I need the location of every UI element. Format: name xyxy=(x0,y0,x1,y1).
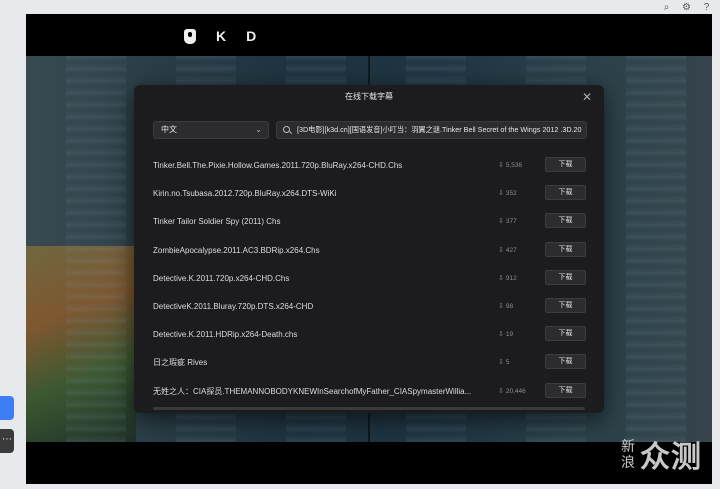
search-icon[interactable]: ⌕ xyxy=(661,2,672,13)
close-icon[interactable]: ✕ xyxy=(580,90,594,104)
download-button[interactable]: 下载 xyxy=(545,382,586,398)
download-count: ⇩ 19 xyxy=(498,329,513,341)
download-count-icon: ⇩ xyxy=(498,302,504,310)
download-button[interactable]: 下载 xyxy=(545,157,586,172)
list-item: DetectiveK.2011.Bluray.720p.DTS.x264-CHD… xyxy=(134,293,604,321)
download-count-icon: ⇩ xyxy=(498,274,504,282)
download-count-value: 19 xyxy=(505,331,514,339)
download-count-icon: ⇩ xyxy=(498,190,504,198)
waterfall-texture xyxy=(66,56,126,442)
download-count: ⇩ 377 xyxy=(498,216,517,228)
list-item: 无姓之人：CIA探员.THEMANNOBODYKNEWInSearchofMyF… xyxy=(134,378,604,406)
subtitle-name: DetectiveK.2011.Bluray.720p.DTS.x264-CHD xyxy=(153,301,314,311)
list-item: Tinker.Bell.The.Pixie.Hollow.Games.2011.… xyxy=(134,152,604,180)
language-select[interactable]: 中文 ⌄ xyxy=(153,121,269,139)
download-count: ⇩ 20,446 xyxy=(498,386,526,398)
download-count-icon: ⇩ xyxy=(498,387,504,395)
list-item: 日之瑕疵 Rives ⇩ 5 下载 xyxy=(134,349,604,377)
subtitle-download-dialog: 在线下载字幕 ✕ 中文 ⌄ [3D电影][k3d.cn][国语发音]小叮当：羽翼… xyxy=(134,85,604,413)
download-count-value: 352 xyxy=(505,190,517,198)
scrollbar-thumb[interactable] xyxy=(153,407,585,410)
logo-letter-d: D xyxy=(246,28,257,44)
download-count-value: 377 xyxy=(505,218,517,226)
download-button[interactable]: 下载 xyxy=(545,326,586,342)
download-count: ⇩ 427 xyxy=(498,245,517,257)
download-button[interactable]: 下载 xyxy=(545,241,586,257)
download-count-icon: ⇩ xyxy=(498,218,504,226)
subtitle-name: 无姓之人：CIA探员.THEMANNOBODYKNEWInSearchofMyF… xyxy=(153,386,472,396)
download-button[interactable]: 下载 xyxy=(545,297,586,313)
help-icon[interactable]: ? xyxy=(701,2,712,13)
download-count: ⇩ 352 xyxy=(498,188,517,200)
download-count: ⇩ 5 xyxy=(498,357,510,369)
waterfall-texture xyxy=(626,56,686,442)
list-scrollbar[interactable] xyxy=(134,407,604,411)
app-logo: K D xyxy=(184,28,256,44)
download-count-icon: ⇩ xyxy=(498,246,504,254)
download-count-icon: ⇩ xyxy=(498,162,504,169)
subtitle-name: Tinker Tailor Soldier Spy (2011) Chs xyxy=(153,217,281,227)
watermark-big-text: 众测 xyxy=(640,441,702,474)
list-item: Detective.K.2011.720p.x264-CHD.Chs ⇩ 912 … xyxy=(134,265,604,293)
download-count-value: 20,446 xyxy=(505,387,526,395)
download-count: ⇩ 98 xyxy=(498,301,513,313)
player-bottom-bar xyxy=(26,442,712,484)
subtitle-name: Kirin.no.Tsubasa.2012.720p.BluRay.x264.D… xyxy=(153,189,337,199)
dialog-title: 在线下载字幕 xyxy=(345,92,393,101)
logo-letter-k: K xyxy=(216,28,227,44)
subtitle-name: Detective.K.2011.720p.x264-CHD.Chs xyxy=(153,273,290,283)
list-item: Tinker Tailor Soldier Spy (2011) Chs ⇩ 37… xyxy=(134,208,604,236)
download-count-value: 912 xyxy=(505,274,517,282)
settings-icon[interactable]: ⚙ xyxy=(681,2,692,13)
list-item: Detective.K.2011.HDRip.x264-Death.chs ⇩ 1… xyxy=(134,321,604,349)
player-top-bar: K D xyxy=(26,14,712,56)
list-item: ZombieApocalypse.2011.AC3.BDRip.x264.Chs… xyxy=(134,237,604,265)
download-button[interactable]: 下载 xyxy=(545,354,586,370)
side-more-button[interactable]: ⋯ xyxy=(0,429,14,453)
search-icon xyxy=(283,126,290,133)
subtitle-name: Tinker.Bell.The.Pixie.Hollow.Games.2011.… xyxy=(153,161,403,170)
download-count-value: 98 xyxy=(505,302,514,310)
side-action-button[interactable] xyxy=(0,396,14,420)
download-button[interactable]: 下载 xyxy=(545,213,586,229)
download-count-icon: ⇩ xyxy=(498,359,504,367)
subtitle-name: ZombieApocalypse.2011.AC3.BDRip.x264.Chs xyxy=(153,245,320,255)
download-button[interactable]: 下载 xyxy=(545,269,586,285)
system-toolbar: ⌕ ⚙ ? xyxy=(661,0,720,13)
subtitle-result-list: Tinker.Bell.The.Pixie.Hollow.Games.2011.… xyxy=(134,152,604,406)
app-logo-icon xyxy=(184,28,196,44)
download-count-value: 427 xyxy=(505,246,517,254)
chevron-down-icon: ⌄ xyxy=(255,125,262,134)
download-count-value: 5,536 xyxy=(505,162,523,169)
subtitle-search-value: [3D电影][k3d.cn][国语发音]小叮当：羽翼之谜.Tinker Bell… xyxy=(297,125,582,134)
subtitle-name: 日之瑕疵 Rives xyxy=(153,358,208,368)
download-count: ⇩ 912 xyxy=(498,273,517,285)
subtitle-search-input[interactable]: [3D电影][k3d.cn][国语发音]小叮当：羽翼之谜.Tinker Bell… xyxy=(276,121,587,139)
download-button[interactable]: 下载 xyxy=(545,185,586,201)
watermark-small-text: 新浪 xyxy=(621,438,635,470)
download-count: ⇩ 5,536 xyxy=(498,160,522,172)
download-count-icon: ⇩ xyxy=(498,331,504,339)
list-item: Kirin.no.Tsubasa.2012.720p.BluRay.x264.D… xyxy=(134,180,604,208)
subtitle-name: Detective.K.2011.HDRip.x264-Death.chs xyxy=(153,330,298,340)
language-select-value: 中文 xyxy=(161,125,177,134)
download-count-value: 5 xyxy=(505,359,510,367)
watermark: 新浪 众测 xyxy=(620,432,702,476)
